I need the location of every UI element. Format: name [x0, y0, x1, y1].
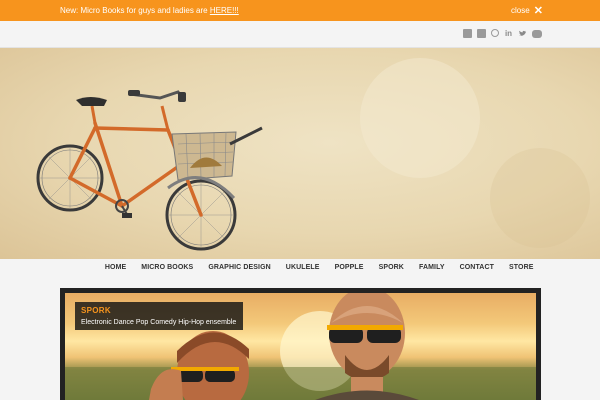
nav-item-family[interactable]: FAMILY: [411, 263, 452, 273]
notice-text: New: Micro Books for guys and ladies are: [60, 6, 208, 15]
facebook-icon[interactable]: [463, 29, 472, 38]
notice-message: New: Micro Books for guys and ladies are…: [60, 6, 239, 15]
twitter-icon[interactable]: [518, 29, 527, 38]
nav-item-store[interactable]: STORE: [502, 263, 542, 273]
nav-item-popple[interactable]: POPPLE: [327, 263, 371, 273]
nav-item-graphic-design[interactable]: GRAPHIC DESIGN: [201, 263, 278, 273]
nav-item-micro-books[interactable]: MICRO BOOKS: [134, 263, 201, 273]
hero-banner: [0, 48, 600, 259]
nav-item-contact[interactable]: CONTACT: [452, 263, 501, 273]
slide-title[interactable]: SPORK: [81, 306, 237, 315]
linkedin-icon[interactable]: in: [504, 29, 513, 38]
social-bar: in: [0, 21, 600, 48]
nav-item-spork[interactable]: SPORK: [371, 263, 411, 273]
youtube-icon[interactable]: [532, 30, 542, 38]
notice-bar: New: Micro Books for guys and ladies are…: [0, 0, 600, 21]
slide-caption: SPORK Electronic Dance Pop Comedy Hip-Ho…: [75, 302, 243, 330]
nav-item-home[interactable]: HOME: [97, 263, 133, 273]
bicycle-illustration: [36, 58, 590, 251]
main-navigation: HOME MICRO BOOKS GRAPHIC DESIGN UKULELE …: [0, 259, 600, 287]
notice-link[interactable]: HERE!!!: [210, 6, 239, 15]
slide-subtitle: Electronic Dance Pop Comedy Hip-Hop ense…: [81, 319, 237, 326]
nav-menu: HOME MICRO BOOKS GRAPHIC DESIGN UKULELE …: [97, 263, 541, 273]
social-links: in: [463, 29, 542, 38]
close-icon: ✕: [533, 4, 543, 17]
notice-close-button[interactable]: close ✕: [511, 4, 543, 17]
slide-image[interactable]: SPORK Electronic Dance Pop Comedy Hip-Ho…: [65, 293, 536, 400]
website-icon[interactable]: [477, 29, 486, 38]
pinterest-icon[interactable]: [491, 29, 499, 37]
nav-item-ukulele[interactable]: UKULELE: [278, 263, 327, 273]
notice-close-label: close: [511, 6, 530, 15]
featured-slider: SPORK Electronic Dance Pop Comedy Hip-Ho…: [60, 288, 541, 400]
